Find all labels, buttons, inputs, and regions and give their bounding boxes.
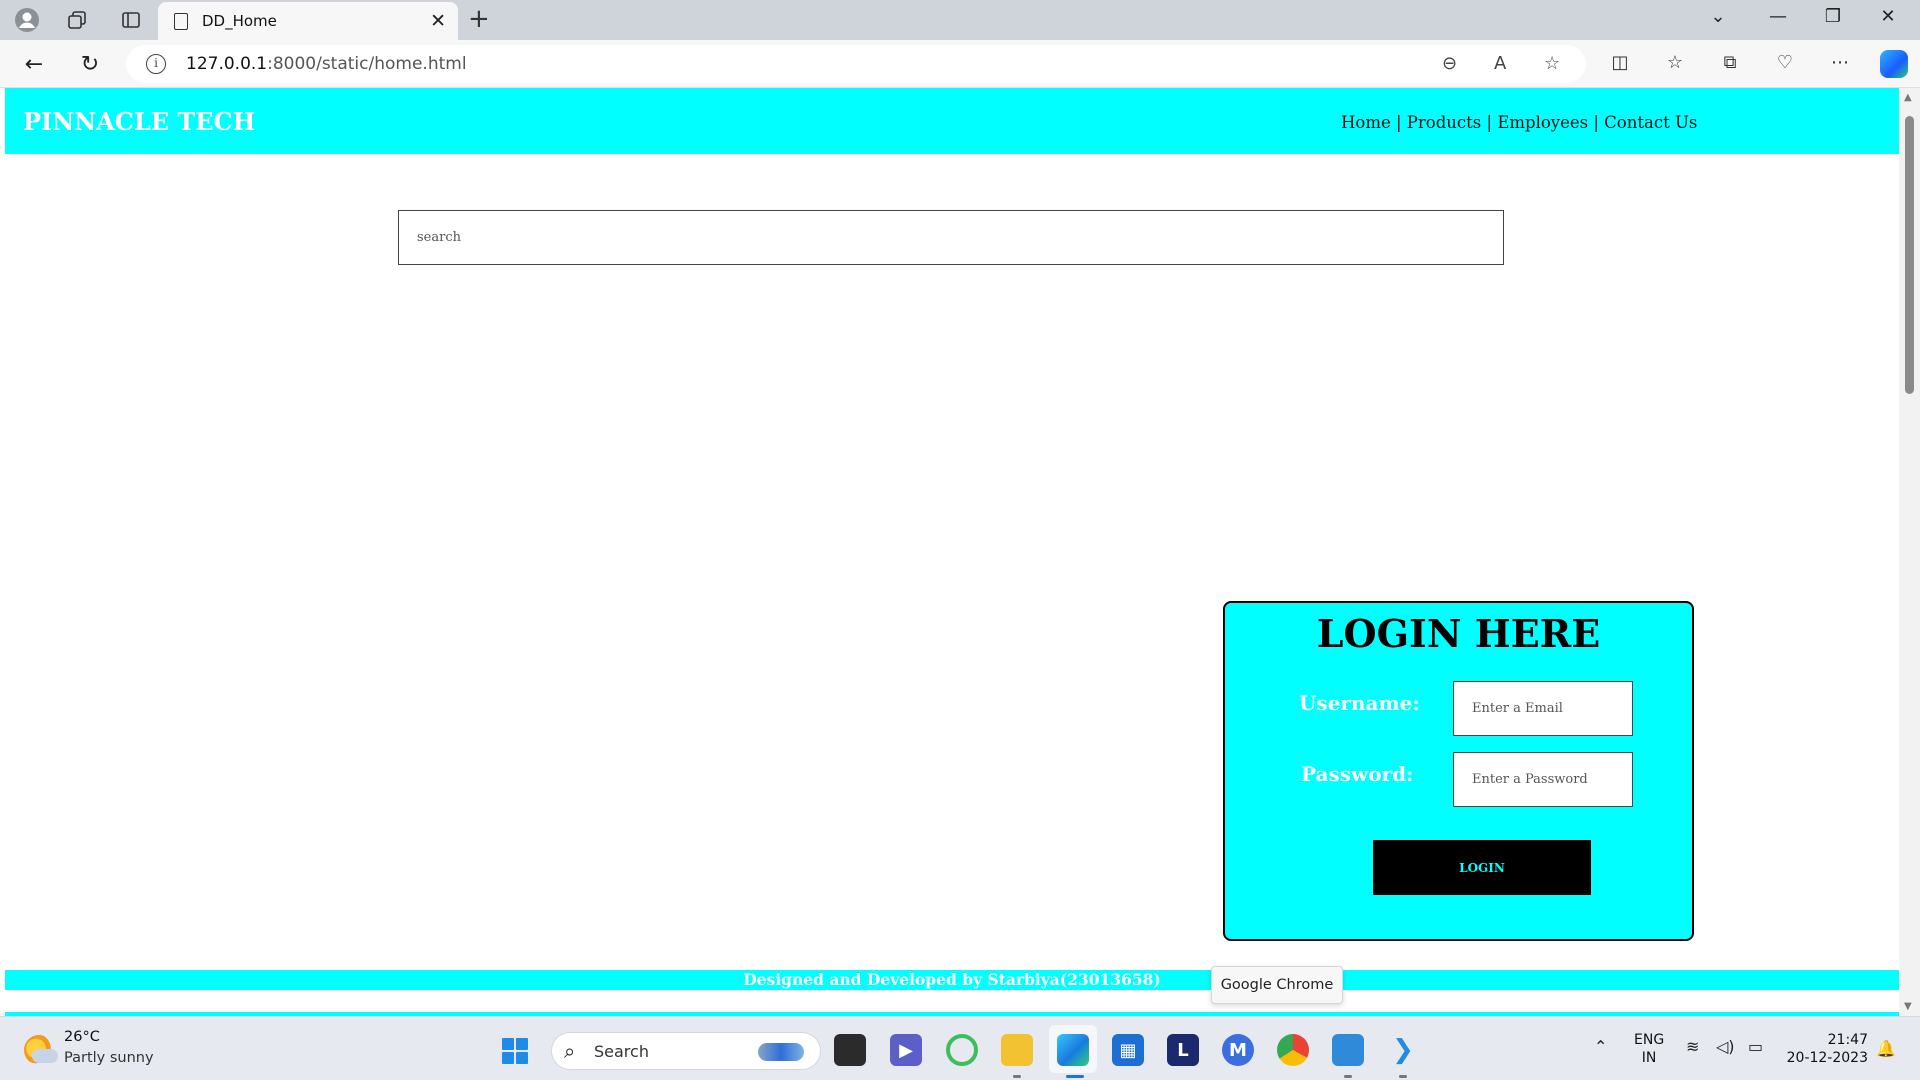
tab-actions-icon[interactable]	[117, 6, 145, 34]
site-info-icon[interactable]: i	[146, 54, 166, 74]
l-app-icon[interactable]: L	[1167, 1034, 1199, 1066]
battery-icon[interactable]: ▭	[1748, 1037, 1763, 1056]
read-aloud-icon[interactable]: A	[1494, 53, 1506, 74]
nav-home[interactable]: Home	[1341, 113, 1391, 132]
zoom-icon[interactable]: ⊖	[1442, 53, 1457, 74]
refresh-app-icon[interactable]	[946, 1034, 978, 1066]
restore-icon[interactable]: ❐	[1813, 6, 1853, 27]
region-code: IN	[1641, 1050, 1657, 1066]
nav-separator: |	[1481, 113, 1498, 132]
search-highlight-icon	[758, 1043, 804, 1061]
split-screen-icon[interactable]: ◫	[1606, 52, 1634, 73]
nav-separator: |	[1588, 113, 1605, 132]
teams-meet-icon[interactable]: ▶	[890, 1034, 922, 1066]
language-indicator[interactable]: ENG IN	[1634, 1031, 1664, 1067]
scroll-down-icon[interactable]: ▼	[1904, 1001, 1912, 1012]
chrome-icon[interactable]	[1277, 1034, 1309, 1066]
more-menu-icon[interactable]: ⋯	[1826, 52, 1854, 73]
running-indicator	[1013, 1075, 1021, 1078]
language-code: ENG	[1634, 1032, 1665, 1048]
edge-icon[interactable]	[1057, 1034, 1089, 1066]
profile-icon[interactable]	[13, 6, 41, 34]
tab-title: DD_Home	[202, 12, 277, 30]
nav-separator: |	[1390, 113, 1407, 132]
clock-time: 21:47	[1827, 1032, 1868, 1048]
file-explorer-icon[interactable]	[1001, 1034, 1033, 1066]
taskbar-tooltip: Google Chrome	[1211, 966, 1343, 1004]
browser-tab-bar: DD_Home ✕ + ⌄ — ❐ ✕	[0, 0, 1920, 40]
username-label: Username:	[1299, 691, 1420, 715]
url-text[interactable]: 127.0.0.1:8000/static/home.html	[186, 54, 467, 74]
active-tab[interactable]: DD_Home ✕	[158, 2, 458, 40]
workspaces-icon[interactable]	[63, 6, 91, 34]
site-header: PINNACLE TECH Home | Products | Employee…	[5, 88, 1899, 154]
site-brand: PINNACLE TECH	[23, 107, 256, 136]
password-field[interactable]	[1453, 752, 1633, 807]
copilot-icon[interactable]	[1880, 50, 1908, 78]
nav-products[interactable]: Products	[1407, 113, 1481, 132]
start-icon[interactable]	[502, 1038, 528, 1064]
weather-icon[interactable]	[24, 1035, 58, 1065]
favorite-star-icon[interactable]: ☆	[1544, 53, 1560, 74]
notification-bell-icon[interactable]: 🔔	[1876, 1039, 1896, 1058]
refresh-icon[interactable]: ↻	[74, 48, 106, 80]
tab-search-icon[interactable]: ⌄	[1698, 6, 1738, 27]
login-panel: LOGIN HERE Username: Password: LOGIN	[1223, 601, 1694, 941]
favorites-icon[interactable]: ☆	[1661, 52, 1689, 73]
wifi-icon[interactable]: ≋	[1686, 1037, 1699, 1056]
page-viewport: PINNACLE TECH Home | Products | Employee…	[5, 88, 1899, 1016]
username-field[interactable]	[1453, 681, 1633, 736]
show-hidden-icons-icon[interactable]: ⌃	[1594, 1037, 1607, 1056]
nav-employees[interactable]: Employees	[1497, 113, 1588, 132]
weather-description[interactable]: Partly sunny	[64, 1050, 154, 1066]
windows-taskbar: 26°C Partly sunny ⌕ Search ▶ ▦ L M ❯ ⌃ E…	[0, 1016, 1920, 1080]
search-input[interactable]	[398, 210, 1504, 265]
vscode-icon[interactable]: ❯	[1387, 1034, 1419, 1066]
nav-contact-us[interactable]: Contact Us	[1604, 113, 1697, 132]
taskbar-search[interactable]: ⌕ Search	[551, 1032, 821, 1070]
active-indicator	[1066, 1075, 1084, 1078]
back-icon[interactable]: ←	[18, 48, 50, 80]
site-footer: Designed and Developed by Starbiya(23013…	[5, 970, 1899, 990]
close-tab-icon[interactable]: ✕	[430, 10, 446, 32]
photos-icon[interactable]	[1332, 1034, 1364, 1066]
scroll-up-icon[interactable]: ▲	[1904, 92, 1912, 103]
password-label: Password:	[1301, 762, 1414, 786]
running-indicator	[1399, 1075, 1407, 1078]
search-icon: ⌕	[564, 1039, 576, 1063]
running-indicator	[1344, 1075, 1352, 1078]
taskbar-search-label: Search	[594, 1042, 649, 1061]
login-button[interactable]: LOGIN	[1373, 840, 1591, 895]
login-title: LOGIN HERE	[1316, 611, 1601, 656]
site-nav: Home | Products | Employees | Contact Us	[1341, 113, 1697, 132]
address-bar[interactable]: i 127.0.0.1:8000/static/home.html ⊖ A ☆	[126, 45, 1586, 83]
weather-temperature[interactable]: 26°C	[64, 1029, 100, 1045]
address-toolbar: ← ↻ i 127.0.0.1:8000/static/home.html ⊖ …	[0, 40, 1920, 88]
store-icon[interactable]: ▦	[1112, 1034, 1144, 1066]
page-scrollbar[interactable]: ▲ ▼	[1899, 88, 1920, 1016]
new-tab-icon[interactable]: +	[468, 4, 490, 34]
collections-icon[interactable]: ⧉	[1716, 52, 1744, 73]
minimize-icon[interactable]: —	[1758, 6, 1798, 27]
m-app-icon[interactable]: M	[1222, 1034, 1254, 1066]
clock-date: 20-12-2023	[1786, 1050, 1868, 1066]
volume-icon[interactable]: ◁)	[1716, 1037, 1735, 1056]
task-view-icon[interactable]	[834, 1034, 866, 1066]
browser-essentials-icon[interactable]: ♡	[1771, 52, 1799, 73]
page-icon	[174, 12, 188, 30]
scrollbar-thumb[interactable]	[1905, 116, 1914, 394]
close-window-icon[interactable]: ✕	[1868, 6, 1908, 27]
system-clock[interactable]: 21:47 20-12-2023	[1784, 1031, 1868, 1067]
